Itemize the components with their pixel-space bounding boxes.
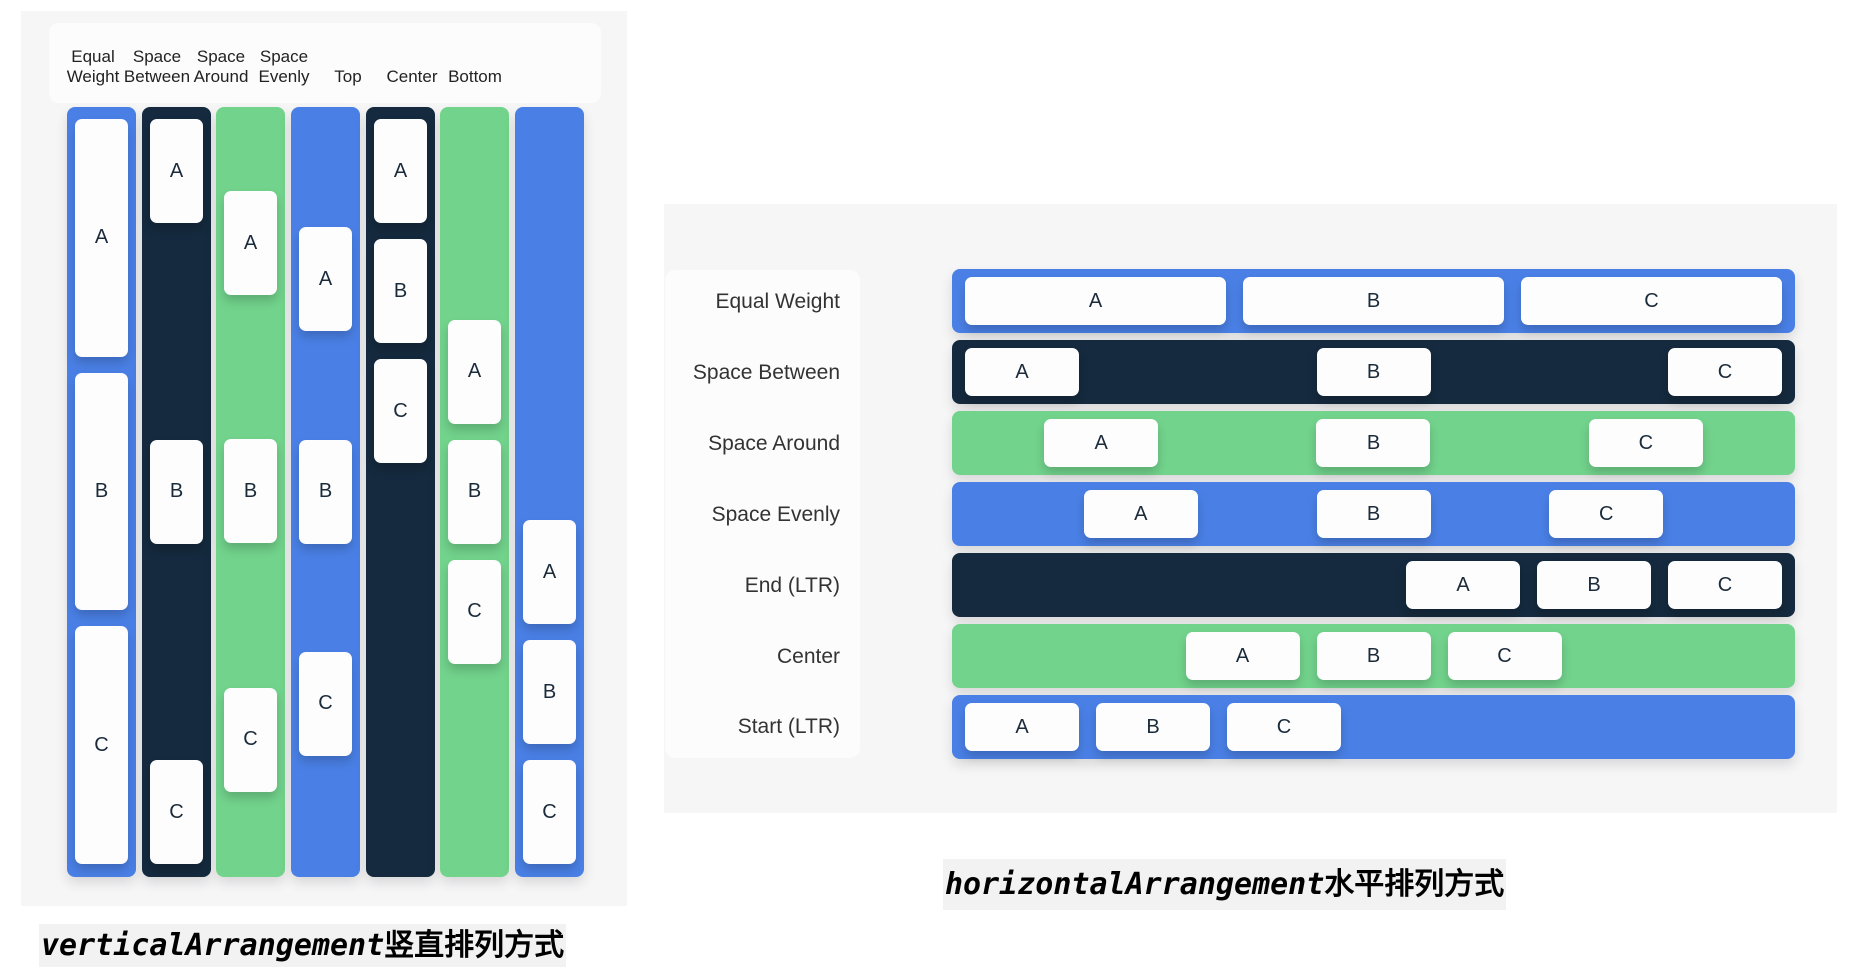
vertical-caption: verticalArrangement竖直排列方式 [39, 924, 567, 967]
horizontal-row-center: ABC [952, 624, 1795, 688]
item-card-c: C [523, 760, 576, 864]
item-card-c: C [1227, 703, 1341, 751]
item-card-b: B [150, 439, 203, 544]
horizontal-row-end: ABC [952, 553, 1795, 617]
horizontal-row-start: ABC [952, 695, 1795, 759]
item-card-a: A [1044, 419, 1159, 467]
item-card-c: C [224, 687, 277, 792]
item-card-c: C [150, 760, 203, 864]
row-label-end: End (LTR) [744, 574, 840, 597]
vertical-header: Equal Weight Space Between Space Around … [49, 23, 601, 103]
item-card-a: A [523, 520, 576, 624]
item-card-c: C [1521, 277, 1782, 325]
item-card-c: C [299, 651, 352, 756]
horizontal-row-space-around: A B C [952, 411, 1795, 475]
row-labels-panel: Equal Weight Space Between Space Around … [665, 270, 860, 758]
row-label-center: Center [776, 645, 840, 668]
item-card-a: A [1406, 561, 1520, 609]
vertical-column-equal-weight: ABC [67, 107, 136, 877]
horizontal-arrangement-panel: Equal Weight Space Between Space Around … [664, 204, 1837, 813]
item-card-a: A [965, 277, 1226, 325]
row-label-equal-weight: Equal Weight [715, 290, 840, 313]
item-card-c: C [1549, 490, 1664, 538]
vertical-column-space-around: A B C [216, 107, 285, 877]
vertical-arrangement-panel: Equal Weight Space Between Space Around … [21, 11, 627, 906]
item-card-b: B [1537, 561, 1651, 609]
item-card-c: C [1668, 348, 1782, 396]
vertical-caption-code: verticalArrangement [41, 928, 385, 963]
item-card-a: A [448, 319, 501, 424]
horizontal-caption: horizontalArrangement水平排列方式 [943, 859, 1507, 910]
row-label-start: Start (LTR) [737, 715, 840, 738]
vertical-column-top: ABC [366, 107, 435, 877]
item-card-a: A [1185, 632, 1300, 680]
item-card-b: B [1316, 419, 1431, 467]
item-card-a: A [299, 227, 352, 332]
column-label-bottom: Bottom [448, 67, 502, 86]
horizontal-caption-code: horizontalArrangement [945, 867, 1325, 902]
item-card-a: A [150, 119, 203, 223]
vertical-column-bottom: ABC [515, 107, 584, 877]
item-card-b: B [1316, 490, 1431, 538]
item-card-b: B [1243, 277, 1504, 325]
vertical-caption-text: 竖直排列方式 [384, 928, 565, 963]
item-card-b: B [523, 640, 576, 744]
item-card-c: C [448, 559, 501, 664]
item-card-b: B [75, 372, 128, 611]
item-card-a: A [75, 119, 128, 357]
row-label-space-around: Space Around [708, 432, 840, 455]
item-card-a: A [374, 119, 427, 223]
item-card-a: A [965, 348, 1079, 396]
vertical-column-space-evenly: A B C [291, 107, 360, 877]
item-card-b: B [374, 239, 427, 343]
item-card-b: B [224, 439, 277, 544]
item-card-c: C [1668, 561, 1782, 609]
item-card-c: C [1588, 419, 1703, 467]
item-card-b: B [299, 439, 352, 544]
horizontal-row-space-between: A B C [952, 340, 1795, 404]
item-card-a: A [224, 191, 277, 296]
item-card-c: C [75, 626, 128, 865]
item-card-b: B [1316, 632, 1431, 680]
row-label-space-between: Space Between [692, 361, 840, 384]
vertical-column-center: ABC [440, 107, 509, 877]
vertical-column-space-between: A B C [142, 107, 211, 877]
item-card-a: A [1083, 490, 1198, 538]
item-card-b: B [1096, 703, 1210, 751]
item-card-a: A [965, 703, 1079, 751]
item-card-c: C [1447, 632, 1562, 680]
horizontal-row-space-evenly: A B C [952, 482, 1795, 546]
horizontal-caption-text: 水平排列方式 [1324, 867, 1505, 902]
row-label-space-evenly: Space Evenly [711, 503, 840, 526]
item-card-c: C [374, 359, 427, 463]
item-card-b: B [1316, 348, 1431, 396]
item-card-b: B [448, 439, 501, 544]
horizontal-row-equal-weight: ABC [952, 269, 1795, 333]
